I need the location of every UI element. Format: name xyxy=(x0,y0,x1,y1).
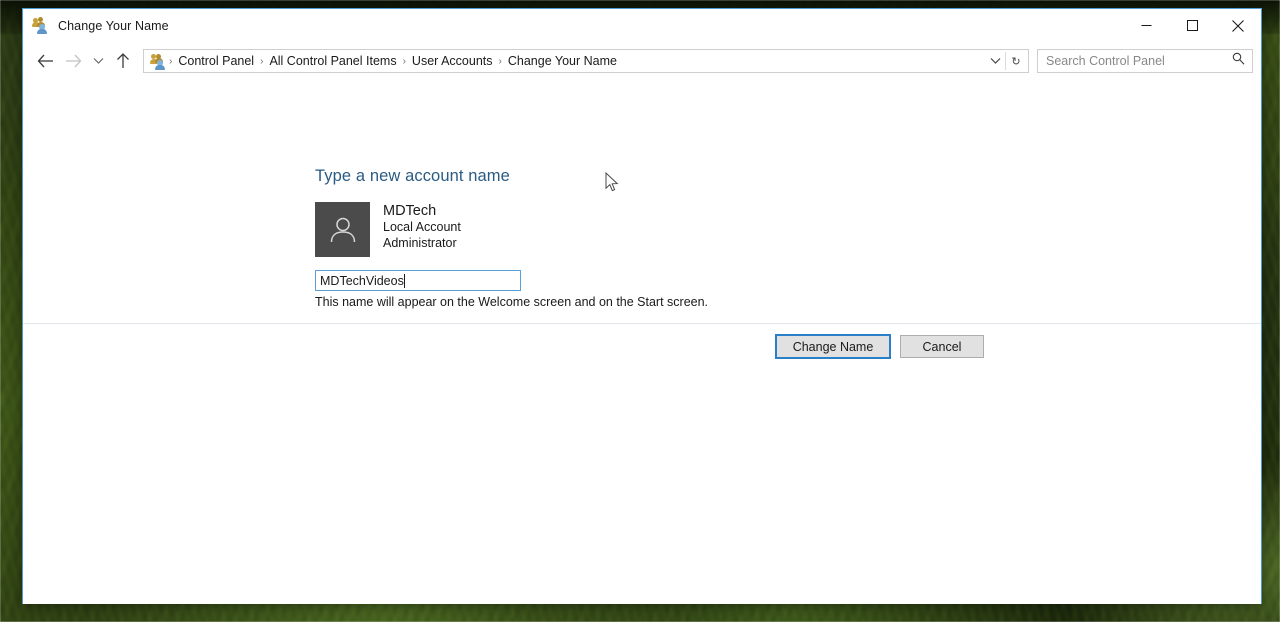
chevron-down-icon[interactable] xyxy=(985,50,1005,72)
title-bar[interactable]: Change Your Name xyxy=(23,9,1261,42)
maximize-button[interactable] xyxy=(1169,9,1215,42)
refresh-icon[interactable]: ↻ xyxy=(1006,50,1026,72)
new-account-name-value: MDTechVideos xyxy=(320,273,404,288)
change-name-button[interactable]: Change Name xyxy=(776,335,890,358)
navigation-bar: › Control Panel › All Control Panel Item… xyxy=(23,42,1261,80)
window-title: Change Your Name xyxy=(58,18,169,33)
account-type: Local Account xyxy=(383,220,461,234)
up-arrow-icon[interactable] xyxy=(109,47,137,75)
breadcrumb-separator: › xyxy=(498,55,502,67)
breadcrumb-all-control-panel-items[interactable]: All Control Panel Items xyxy=(266,54,399,68)
page-title: Type a new account name xyxy=(315,167,510,185)
input-help-text: This name will appear on the Welcome scr… xyxy=(315,295,709,309)
mouse-cursor xyxy=(605,171,619,193)
breadcrumb-separator: › xyxy=(260,55,264,67)
chevron-down-icon[interactable] xyxy=(87,47,109,75)
account-summary: MDTech Local Account Administrator xyxy=(315,202,461,257)
breadcrumb-separator: › xyxy=(402,55,406,67)
section-divider xyxy=(23,323,1261,324)
account-role: Administrator xyxy=(383,235,457,250)
breadcrumb-change-your-name[interactable]: Change Your Name xyxy=(505,54,620,68)
user-avatar-icon xyxy=(315,202,370,257)
search-input[interactable]: Search Control Panel xyxy=(1037,49,1253,73)
address-bar-actions: ↻ xyxy=(985,50,1026,72)
content-area: Type a new account name MDTech Local Acc… xyxy=(23,80,1261,604)
account-name: MDTech xyxy=(383,203,437,219)
window-controls xyxy=(1123,9,1261,42)
user-accounts-icon xyxy=(31,17,50,35)
action-buttons: Change Name Cancel xyxy=(776,335,984,358)
breadcrumb-control-panel[interactable]: Control Panel xyxy=(175,54,257,68)
address-bar[interactable]: › Control Panel › All Control Panel Item… xyxy=(143,49,1029,73)
search-placeholder: Search Control Panel xyxy=(1046,54,1165,68)
minimize-button[interactable] xyxy=(1123,9,1169,42)
new-account-name-input[interactable]: MDTechVideos xyxy=(315,270,521,291)
breadcrumb-user-accounts[interactable]: User Accounts xyxy=(409,54,496,68)
forward-arrow-icon[interactable] xyxy=(59,47,87,75)
search-icon xyxy=(1232,52,1245,70)
text-caret xyxy=(403,273,405,288)
back-arrow-icon[interactable] xyxy=(31,47,59,75)
change-your-name-window: Change Your Name › Control Panel › All C… xyxy=(22,8,1262,604)
close-button[interactable] xyxy=(1215,9,1261,42)
user-accounts-icon xyxy=(149,53,166,70)
cancel-button[interactable]: Cancel xyxy=(900,335,984,358)
